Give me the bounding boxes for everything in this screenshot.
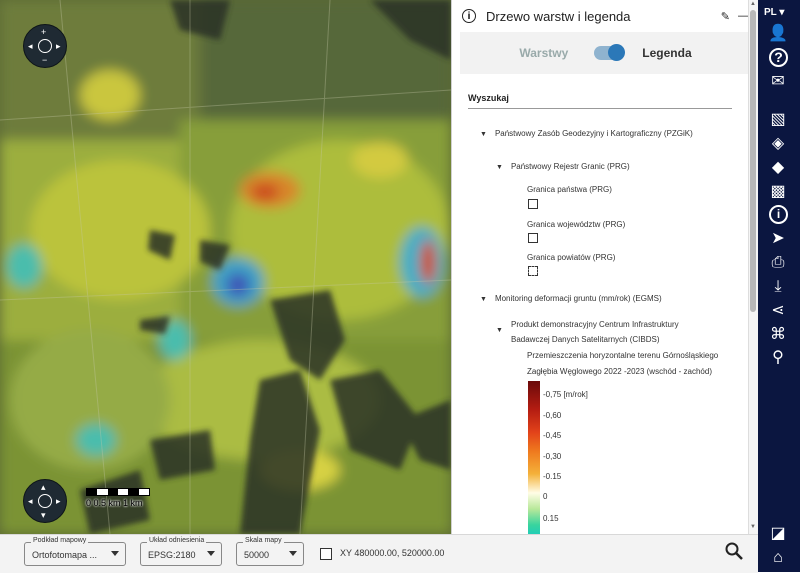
mail-icon[interactable]: ✉ bbox=[768, 72, 788, 92]
select-pointer-icon[interactable]: ➤ bbox=[768, 229, 788, 249]
right-toolbar: PL ▾ 👤 ? ✉ ▧ ◈ ◆ ▩ i ➤ ⎙ ⤓ ⋖ ⌘ ⚲ ◪ ⌂ bbox=[758, 0, 800, 572]
map-scale-value: 50000 bbox=[244, 550, 270, 560]
zoom-in-icon[interactable]: + bbox=[41, 28, 46, 37]
search-label[interactable]: Wyszukaj bbox=[468, 93, 509, 103]
tree-group-cibds-label-2: Badawczej Danych Satelitarnych (CIBDS) bbox=[511, 335, 660, 344]
legend-title-1: Przemieszczenia horyzontalne terenu Górn… bbox=[527, 351, 719, 360]
toggle-knob bbox=[608, 44, 626, 61]
legend-tick: -0,30 bbox=[543, 452, 562, 461]
basemap-value: Ortofotomapa ... bbox=[32, 550, 98, 560]
pan-zoom-control[interactable]: + − ◂ ▸ bbox=[23, 24, 67, 68]
layer-checkbox-country-border[interactable] bbox=[528, 199, 538, 209]
legend-tick: -0.15 bbox=[543, 472, 562, 481]
map-scale-select[interactable]: Skala mapy 50000 bbox=[236, 537, 304, 566]
add-map-icon[interactable]: ▩ bbox=[768, 182, 788, 202]
xy-coordinates: XY 480000.00, 520000.00 bbox=[340, 548, 445, 558]
legend-tick: -0,60 bbox=[543, 411, 562, 420]
layers-icon[interactable]: ◈ bbox=[768, 134, 788, 154]
recenter-icon[interactable] bbox=[38, 39, 52, 53]
caret-down-icon[interactable]: ▼ bbox=[480, 296, 487, 303]
caret-down-icon[interactable]: ▼ bbox=[496, 164, 503, 171]
info-icon[interactable]: i bbox=[769, 205, 788, 224]
legend-color-ramp bbox=[528, 381, 540, 534]
help-icon[interactable]: ? bbox=[769, 48, 788, 67]
panel-header: i Drzewo warstw i legenda ✎ — bbox=[452, 0, 759, 32]
toggle-label-layers[interactable]: Warstwy bbox=[519, 46, 568, 60]
language-label: PL bbox=[764, 7, 777, 18]
basemap-select[interactable]: Podkład mapowy Ortofotomapa ... bbox=[24, 537, 126, 566]
layer-checkbox-county-border[interactable] bbox=[528, 266, 538, 276]
chevron-down-icon bbox=[207, 551, 215, 556]
info-icon: i bbox=[462, 9, 476, 23]
download-icon[interactable]: ⤓ bbox=[768, 277, 788, 297]
search-underline bbox=[468, 108, 732, 109]
panel-title: Drzewo warstw i legenda bbox=[486, 8, 631, 24]
tree-group-cibds-label-1: Produkt demonstracyjny Centrum Infrastru… bbox=[511, 320, 679, 329]
zoom-out-icon[interactable]: − bbox=[42, 56, 47, 65]
map-layers-icon[interactable]: ▧ bbox=[768, 110, 788, 130]
tree-group-cibds[interactable]: ▼ bbox=[496, 321, 511, 334]
legend-tick: 0 bbox=[543, 492, 548, 501]
home-icon[interactable]: ⌂ bbox=[768, 548, 788, 568]
map-scale-label: Skala mapy bbox=[243, 537, 284, 544]
layer-tree-panel: i Drzewo warstw i legenda ✎ — Warstwy Le… bbox=[451, 0, 759, 534]
legend-tick: -0,75 [m/rok] bbox=[543, 390, 588, 399]
layer-label-country-border: Granica państwa (PRG) bbox=[527, 185, 612, 194]
route-icon[interactable]: ⌘ bbox=[768, 325, 788, 345]
basemap-label: Podkład mapowy bbox=[31, 537, 89, 544]
map-canvas[interactable]: + − ◂ ▸ ▴ ▾ ◂ ▸ 0 0.5 km 1 km bbox=[0, 0, 451, 534]
pan-left-icon[interactable]: ◂ bbox=[28, 497, 33, 506]
tree-group-label: Monitoring deformacji gruntu (mm/rok) (E… bbox=[494, 294, 662, 303]
scrollbar-thumb[interactable] bbox=[750, 10, 756, 312]
tree-group-label: Państwowy Zasób Geodezyjny i Kartografic… bbox=[494, 129, 693, 138]
pan-right-icon[interactable]: ▸ bbox=[56, 42, 61, 51]
xy-checkbox[interactable] bbox=[320, 548, 332, 560]
legend-tick: 0.15 bbox=[543, 514, 559, 523]
scroll-up-icon[interactable]: ▲ bbox=[750, 1, 756, 7]
pin-icon[interactable]: ✎ bbox=[721, 10, 730, 23]
legend-tick: -0,45 bbox=[543, 431, 562, 440]
scroll-down-icon[interactable]: ▼ bbox=[750, 524, 756, 530]
pan-down-icon[interactable]: ▾ bbox=[41, 511, 46, 520]
toggle-label-legend[interactable]: Legenda bbox=[642, 46, 691, 60]
legend-title-2: Zagłębia Węglowego 2022 -2023 (wschód - … bbox=[527, 367, 712, 376]
caret-down-icon[interactable]: ▼ bbox=[496, 327, 503, 334]
layer-label-voivodeship-border: Granica województw (PRG) bbox=[527, 220, 626, 229]
chevron-down-icon bbox=[111, 551, 119, 556]
tree-group-prg[interactable]: ▼ Państwowy Rejestr Granic (PRG) bbox=[496, 162, 630, 171]
scale-bar-labels: 0 0.5 km 1 km bbox=[86, 498, 143, 508]
print-icon[interactable]: ⎙ bbox=[768, 253, 788, 273]
crs-label: Układ odniesienia bbox=[147, 537, 207, 544]
chevron-down-icon bbox=[289, 551, 297, 556]
tree-group-label: Państwowy Rejestr Granic (PRG) bbox=[510, 162, 630, 171]
search-icon[interactable] bbox=[724, 541, 744, 561]
tree-group-egms[interactable]: ▼ Monitoring deformacji gruntu (mm/rok) (… bbox=[480, 294, 662, 303]
pan-up-icon[interactable]: ▴ bbox=[41, 483, 46, 492]
language-selector[interactable]: PL ▾ bbox=[764, 7, 784, 18]
layer-checkbox-voivodeship-border[interactable] bbox=[528, 233, 538, 243]
location-pin-icon[interactable]: ⚲ bbox=[768, 348, 788, 368]
layer-label-county-border: Granica powiatów (PRG) bbox=[527, 253, 616, 262]
orthophoto-map bbox=[0, 0, 451, 534]
toggle-map-icon[interactable]: ◪ bbox=[768, 524, 788, 544]
share-icon[interactable]: ⋖ bbox=[768, 301, 788, 321]
globe-nav-control[interactable]: ▴ ▾ ◂ ▸ bbox=[23, 479, 67, 523]
pan-left-icon[interactable]: ◂ bbox=[28, 42, 33, 51]
scale-bar: 0 0.5 km 1 km bbox=[86, 488, 150, 508]
view-toggle-row: Warstwy Legenda bbox=[460, 32, 751, 74]
layers-legend-toggle[interactable] bbox=[594, 44, 626, 61]
add-layer-icon[interactable]: ◆ bbox=[768, 158, 788, 178]
globe-icon[interactable] bbox=[38, 494, 52, 508]
user-icon[interactable]: 👤 bbox=[768, 24, 788, 44]
crs-select[interactable]: Układ odniesienia EPSG:2180 bbox=[140, 537, 222, 566]
pan-right-icon[interactable]: ▸ bbox=[56, 497, 61, 506]
caret-down-icon[interactable]: ▼ bbox=[480, 131, 487, 138]
tree-group-pzgik[interactable]: ▼ Państwowy Zasób Geodezyjny i Kartografi… bbox=[480, 129, 693, 138]
crs-value: EPSG:2180 bbox=[148, 550, 196, 560]
